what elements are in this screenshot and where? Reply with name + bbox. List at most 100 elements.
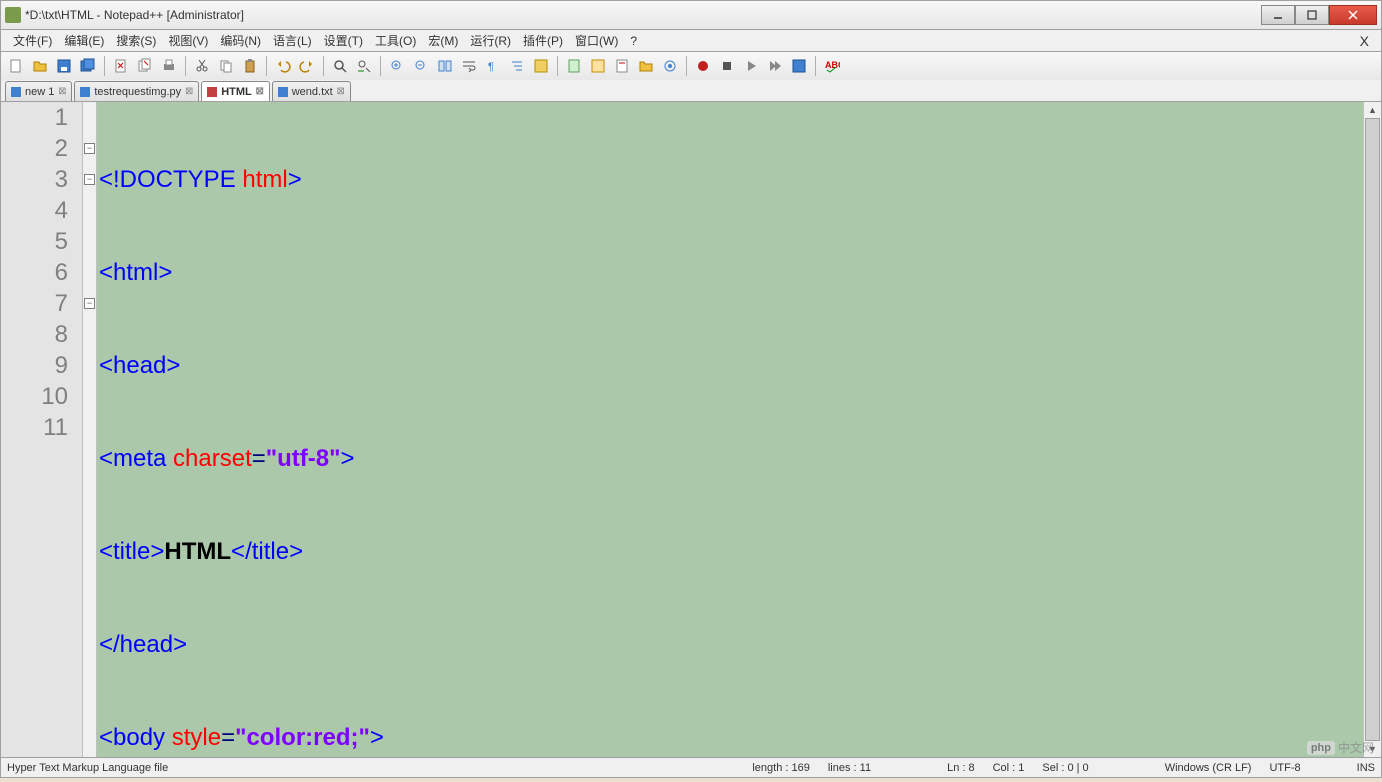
- indent-guide-icon[interactable]: [506, 55, 528, 77]
- cut-icon[interactable]: [191, 55, 213, 77]
- minimize-button[interactable]: [1261, 5, 1295, 25]
- tab-close-icon[interactable]: ⊠: [57, 87, 67, 97]
- tab-close-icon[interactable]: ⊠: [184, 87, 194, 97]
- copy-icon[interactable]: [215, 55, 237, 77]
- play-multi-icon[interactable]: [764, 55, 786, 77]
- file-icon: [277, 86, 289, 98]
- scroll-up-icon[interactable]: ▲: [1364, 102, 1381, 118]
- tab-html[interactable]: HTML ⊠: [201, 81, 270, 101]
- paste-icon[interactable]: [239, 55, 261, 77]
- close-file-icon[interactable]: [110, 55, 132, 77]
- menu-view[interactable]: 视图(V): [162, 30, 214, 51]
- fold-marker[interactable]: [84, 174, 95, 185]
- menu-language[interactable]: 语言(L): [267, 30, 318, 51]
- tab-close-icon[interactable]: ⊠: [336, 87, 346, 97]
- replace-icon[interactable]: [353, 55, 375, 77]
- record-icon[interactable]: [692, 55, 714, 77]
- menu-plugins[interactable]: 插件(P): [517, 30, 569, 51]
- tab-new1[interactable]: new 1 ⊠: [5, 81, 72, 101]
- show-all-chars-icon[interactable]: ¶: [482, 55, 504, 77]
- toolbar-separator: [185, 56, 186, 76]
- lang-icon[interactable]: [530, 55, 552, 77]
- toolbar-separator: [380, 56, 381, 76]
- folder-icon[interactable]: [635, 55, 657, 77]
- line-number: 4: [1, 195, 68, 226]
- fold-marker[interactable]: [84, 298, 95, 309]
- zoom-in-icon[interactable]: [386, 55, 408, 77]
- find-icon[interactable]: [329, 55, 351, 77]
- menu-macro[interactable]: 宏(M): [422, 30, 464, 51]
- sync-scroll-icon[interactable]: [434, 55, 456, 77]
- line-number: 2: [1, 133, 68, 164]
- watermark-logo: php: [1307, 741, 1335, 755]
- status-filetype: Hyper Text Markup Language file: [7, 762, 168, 774]
- monitor-icon[interactable]: [659, 55, 681, 77]
- doc-map-icon[interactable]: [563, 55, 585, 77]
- save-all-icon[interactable]: [77, 55, 99, 77]
- editor: 1 2 3 4 5 6 7 8 9 10 11 <!DOCTYPE html> …: [0, 102, 1382, 758]
- toolbar-separator: [266, 56, 267, 76]
- maximize-button[interactable]: [1295, 5, 1329, 25]
- status-length: length : 169: [752, 762, 810, 774]
- zoom-out-icon[interactable]: [410, 55, 432, 77]
- tab-label: wend.txt: [292, 86, 333, 98]
- spellcheck-icon[interactable]: ABC: [821, 55, 843, 77]
- line-number: 11: [1, 412, 68, 443]
- close-button[interactable]: [1329, 5, 1377, 25]
- title-bar: *D:\txt\HTML - Notepad++ [Administrator]: [0, 0, 1382, 30]
- tab-wend[interactable]: wend.txt ⊠: [272, 81, 351, 101]
- stop-icon[interactable]: [716, 55, 738, 77]
- redo-icon[interactable]: [296, 55, 318, 77]
- menu-search[interactable]: 搜索(S): [110, 30, 162, 51]
- line-number: 10: [1, 381, 68, 412]
- new-file-icon[interactable]: [5, 55, 27, 77]
- line-number: 3: [1, 164, 68, 195]
- status-lines: lines : 11: [828, 762, 871, 774]
- tab-close-x[interactable]: X: [1354, 33, 1375, 49]
- menu-encoding[interactable]: 编码(N): [214, 30, 267, 51]
- save-icon[interactable]: [53, 55, 75, 77]
- menu-tools[interactable]: 工具(O): [369, 30, 422, 51]
- line-number-gutter: 1 2 3 4 5 6 7 8 9 10 11: [1, 102, 83, 757]
- wordwrap-icon[interactable]: [458, 55, 480, 77]
- code-area[interactable]: <!DOCTYPE html> <html> <head> <meta char…: [97, 102, 1363, 757]
- svg-text:ABC: ABC: [825, 60, 840, 70]
- status-encoding: UTF-8: [1269, 762, 1300, 774]
- tab-bar: new 1 ⊠ testrequestimg.py ⊠ HTML ⊠ wend.…: [0, 80, 1382, 102]
- svg-text:¶: ¶: [488, 61, 494, 73]
- menu-window[interactable]: 窗口(W): [569, 30, 624, 51]
- tab-close-icon[interactable]: ⊠: [255, 87, 265, 97]
- open-file-icon[interactable]: [29, 55, 51, 77]
- toolbar-separator: [815, 56, 816, 76]
- func-list-icon[interactable]: [611, 55, 633, 77]
- play-icon[interactable]: [740, 55, 762, 77]
- app-icon: [5, 7, 21, 23]
- status-bar: Hyper Text Markup Language file length :…: [0, 758, 1382, 778]
- print-icon[interactable]: [158, 55, 180, 77]
- status-ln: Ln : 8: [947, 762, 975, 774]
- vertical-scrollbar[interactable]: ▲ ▼: [1363, 102, 1381, 757]
- menu-help[interactable]: ?: [624, 32, 643, 50]
- window-title: *D:\txt\HTML - Notepad++ [Administrator]: [25, 8, 1261, 22]
- undo-icon[interactable]: [272, 55, 294, 77]
- fold-marker[interactable]: [84, 143, 95, 154]
- doc-list-icon[interactable]: [587, 55, 609, 77]
- tab-label: testrequestimg.py: [94, 86, 181, 98]
- save-macro-icon[interactable]: [788, 55, 810, 77]
- line-number: 8: [1, 319, 68, 350]
- status-col: Col : 1: [993, 762, 1025, 774]
- menu-run[interactable]: 运行(R): [464, 30, 517, 51]
- tab-testrequestimg[interactable]: testrequestimg.py ⊠: [74, 81, 199, 101]
- watermark-text: 中文网: [1338, 739, 1374, 756]
- status-ins: INS: [1357, 762, 1375, 774]
- menu-file[interactable]: 文件(F): [7, 30, 58, 51]
- menu-settings[interactable]: 设置(T): [318, 30, 369, 51]
- toolbar: ¶ ABC: [0, 52, 1382, 80]
- watermark: php 中文网: [1307, 739, 1374, 756]
- menu-edit[interactable]: 编辑(E): [58, 30, 110, 51]
- file-icon: [10, 86, 22, 98]
- line-number: 7: [1, 288, 68, 319]
- close-all-icon[interactable]: [134, 55, 156, 77]
- scroll-thumb[interactable]: [1365, 118, 1380, 741]
- file-unsaved-icon: [206, 86, 218, 98]
